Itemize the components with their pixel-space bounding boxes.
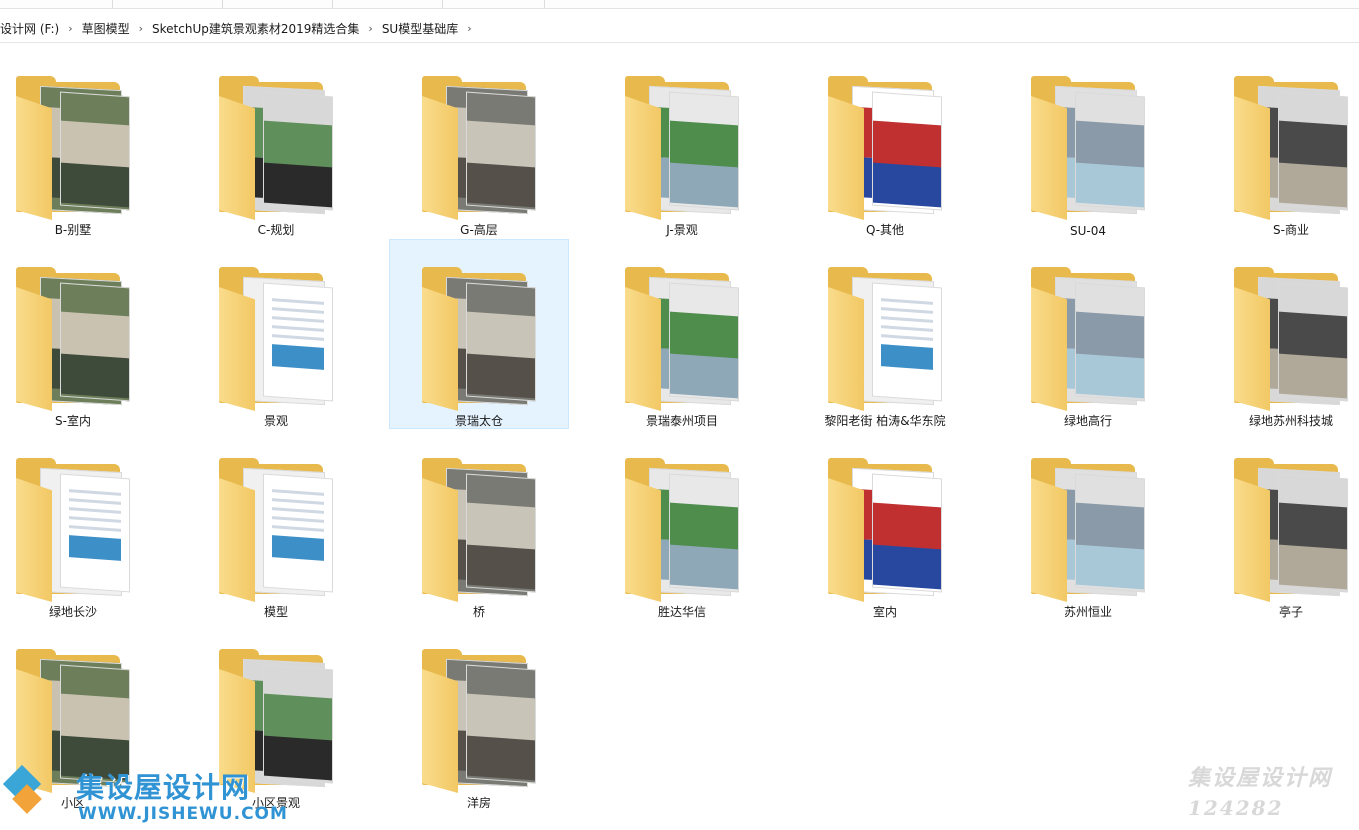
folder-item[interactable]: 绿地长沙 [0,430,163,620]
folder-label: 洋房 [466,796,491,810]
folder-item[interactable]: 模型 [186,430,366,620]
folder-label: 景观 [263,414,288,428]
folder-icon [1031,267,1145,411]
folder-item[interactable]: S-室内 [0,239,163,429]
folder-label: 模型 [263,605,288,619]
folder-label: S-室内 [55,414,91,428]
folder-icon [422,649,536,793]
folder-label: Q-其他 [865,223,905,237]
folder-icon [16,267,130,411]
folder-item[interactable]: C-规划 [186,48,366,238]
folder-label: 苏州恒业 [1063,605,1112,619]
folder-icon [219,76,333,220]
folder-icon [422,76,536,220]
folder-item[interactable]: 亭子 [1201,430,1359,620]
folder-item[interactable]: 黎阳老街 柏涛&华东院 [795,239,975,429]
folder-label: 绿地长沙 [48,605,97,619]
folder-icon [16,458,130,602]
folder-label: 景瑞太仓 [454,414,503,428]
folder-item[interactable]: 洋房 [389,621,569,811]
folder-item[interactable]: S-商业 [1201,48,1359,238]
chevron-right-icon[interactable]: › [464,22,474,35]
folder-label: 桥 [472,605,485,619]
folder-label: 景瑞泰州项目 [645,414,718,428]
folder-item[interactable]: B-别墅 [0,48,163,238]
folder-item[interactable]: G-高层 [389,48,569,238]
folder-item[interactable]: J-景观 [592,48,772,238]
chevron-right-icon[interactable]: › [365,22,375,35]
folder-item[interactable]: Q-其他 [795,48,975,238]
folder-label: 绿地苏州科技城 [1248,414,1333,428]
watermark-title: 集设屋设计网 [76,771,251,804]
folder-item[interactable]: 绿地苏州科技城 [1201,239,1359,429]
folder-item[interactable]: 景瑞泰州项目 [592,239,772,429]
folder-label: 室内 [872,605,897,619]
watermark-right: 集设屋设计网 124282 [1188,760,1358,826]
breadcrumb-item[interactable]: 草图模型 [76,20,136,37]
folder-label: G-高层 [460,223,498,237]
folder-icon [1234,267,1348,411]
folder-icon [422,458,536,602]
folder-icon [625,267,739,411]
folder-icon [625,76,739,220]
folder-icon [1234,76,1348,220]
folder-item[interactable]: SU-04 [998,48,1178,238]
folder-label: 绿地高行 [1063,414,1112,428]
folder-label: SU-04 [1070,224,1106,238]
folder-icon [828,458,942,602]
folder-icon [422,267,536,411]
watermark-logo: 集设屋设计网 WWW.JISHEWU.COM [2,764,289,828]
folder-item[interactable]: 绿地高行 [998,239,1178,429]
folder-label: B-别墅 [54,223,92,237]
folder-item[interactable]: 室内 [795,430,975,620]
file-grid: B-别墅 C-规划 G-高层 J-景观 Q-其他 SU-04 S-商业 S-室内 景观 景瑞太仓 景… [0,48,1359,830]
breadcrumb-item[interactable]: 设计网 (F:) [0,20,65,37]
watermark-url: WWW.JISHEWU.COM [78,804,288,824]
folder-icon [1031,458,1145,602]
watermark-right-title: 集设屋设计网 [1188,765,1333,791]
folder-icon [219,267,333,411]
folder-item[interactable]: 桥 [389,430,569,620]
chevron-right-icon[interactable]: › [136,22,146,35]
folder-label: 胜达华信 [657,605,706,619]
address-bar[interactable]: 设计网 (F:) › 草图模型 › SketchUp建筑景观素材2019精选合集 › SU模… [0,14,1359,43]
folder-icon [16,76,130,220]
folder-label: C-规划 [257,223,295,237]
breadcrumb-item[interactable]: SketchUp建筑景观素材2019精选合集 [146,20,365,37]
ribbon-strip [0,0,1359,9]
breadcrumb-item[interactable]: SU模型基础库 [376,20,464,37]
folder-icon [1031,76,1145,220]
folder-item[interactable]: 苏州恒业 [998,430,1178,620]
folder-item[interactable]: 胜达华信 [592,430,772,620]
folder-icon [219,458,333,602]
chevron-right-icon[interactable]: › [65,22,75,35]
folder-icon [625,458,739,602]
folder-item[interactable]: 景观 [186,239,366,429]
watermark-right-number: 124282 [1188,796,1284,820]
folder-label: S-商业 [1273,223,1309,237]
folder-label: 亭子 [1278,605,1303,619]
folder-icon [1234,458,1348,602]
folder-icon [828,267,942,411]
folder-item[interactable]: 景瑞太仓 [389,239,569,429]
folder-label: 黎阳老街 柏涛&华东院 [824,414,946,428]
folder-icon [828,76,942,220]
folder-label: J-景观 [666,223,698,237]
